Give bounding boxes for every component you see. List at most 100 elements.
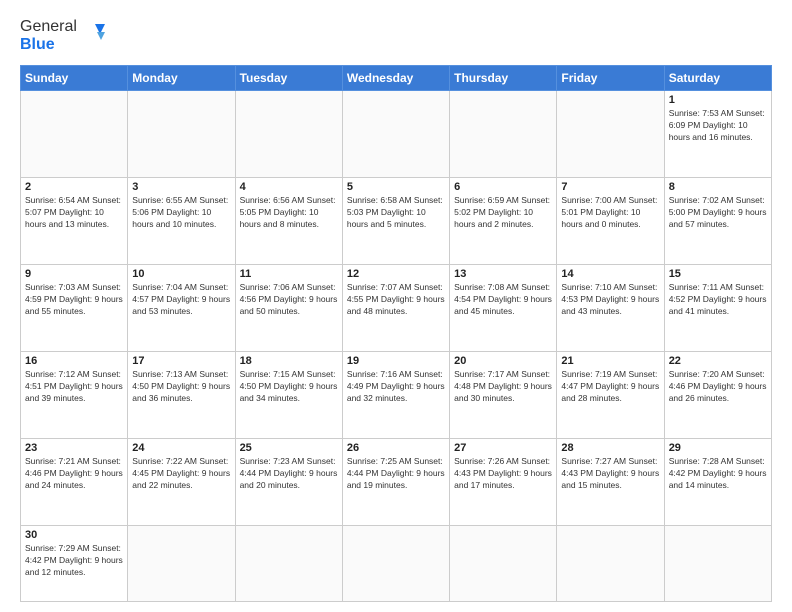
page: General Blue SundayMondayTuesdayWednesda… — [0, 0, 792, 612]
calendar-day-cell — [235, 525, 342, 601]
calendar-day-cell: 6 Sunrise: 6:59 AM Sunset: 5:02 PM Daylig… — [450, 177, 557, 264]
calendar-day-header: Sunday — [21, 65, 128, 90]
day-info: Sunrise: 7:25 AM Sunset: 4:44 PM Dayligh… — [347, 456, 445, 492]
calendar-day-cell — [342, 525, 449, 601]
day-info: Sunrise: 7:03 AM Sunset: 4:59 PM Dayligh… — [25, 282, 123, 318]
calendar-day-cell: 29 Sunrise: 7:28 AM Sunset: 4:42 PM Dayli… — [664, 438, 771, 525]
logo: General Blue — [20, 18, 107, 55]
calendar-day-cell — [128, 90, 235, 177]
calendar-day-cell: 30 Sunrise: 7:29 AM Sunset: 4:42 PM Dayli… — [21, 525, 128, 601]
day-number: 26 — [347, 442, 445, 454]
calendar-day-cell — [235, 90, 342, 177]
day-number: 21 — [561, 355, 659, 367]
logo-container: General Blue — [20, 18, 107, 55]
calendar-day-cell: 21Sunrise: 7:19 AM Sunset: 4:47 PM Dayli… — [557, 351, 664, 438]
day-number: 3 — [132, 181, 230, 193]
calendar-day-cell: 25 Sunrise: 7:23 AM Sunset: 4:44 PM Dayli… — [235, 438, 342, 525]
day-number: 5 — [347, 181, 445, 193]
day-info: Sunrise: 7:16 AM Sunset: 4:49 PM Dayligh… — [347, 369, 445, 405]
day-info: Sunrise: 7:00 AM Sunset: 5:01 PM Dayligh… — [561, 195, 659, 231]
day-info: Sunrise: 7:06 AM Sunset: 4:56 PM Dayligh… — [240, 282, 338, 318]
day-number: 9 — [25, 268, 123, 280]
calendar-day-cell: 4Sunrise: 6:56 AM Sunset: 5:05 PM Daylig… — [235, 177, 342, 264]
calendar-header-row: SundayMondayTuesdayWednesdayThursdayFrid… — [21, 65, 772, 90]
calendar-day-cell: 17Sunrise: 7:13 AM Sunset: 4:50 PM Dayli… — [128, 351, 235, 438]
day-info: Sunrise: 6:55 AM Sunset: 5:06 PM Dayligh… — [132, 195, 230, 231]
day-number: 24 — [132, 442, 230, 454]
calendar-day-cell: 27 Sunrise: 7:26 AM Sunset: 4:43 PM Dayli… — [450, 438, 557, 525]
day-number: 20 — [454, 355, 552, 367]
calendar-table: SundayMondayTuesdayWednesdayThursdayFrid… — [20, 65, 772, 602]
calendar-day-header: Thursday — [450, 65, 557, 90]
day-info: Sunrise: 7:26 AM Sunset: 4:43 PM Dayligh… — [454, 456, 552, 492]
calendar-week-row: 9 Sunrise: 7:03 AM Sunset: 4:59 PM Daylig… — [21, 264, 772, 351]
calendar-day-cell — [557, 525, 664, 601]
calendar-day-cell: 24 Sunrise: 7:22 AM Sunset: 4:45 PM Dayli… — [128, 438, 235, 525]
day-info: Sunrise: 6:54 AM Sunset: 5:07 PM Dayligh… — [25, 195, 123, 231]
calendar-day-cell: 1Sunrise: 7:53 AM Sunset: 6:09 PM Daylig… — [664, 90, 771, 177]
day-number: 2 — [25, 181, 123, 193]
logo-icon — [79, 22, 107, 50]
day-number: 18 — [240, 355, 338, 367]
logo-blue: Blue — [20, 36, 77, 54]
day-number: 4 — [240, 181, 338, 193]
day-number: 10 — [132, 268, 230, 280]
day-info: Sunrise: 7:23 AM Sunset: 4:44 PM Dayligh… — [240, 456, 338, 492]
calendar-day-cell: 9 Sunrise: 7:03 AM Sunset: 4:59 PM Daylig… — [21, 264, 128, 351]
day-number: 8 — [669, 181, 767, 193]
calendar-day-cell — [557, 90, 664, 177]
calendar-day-cell: 26 Sunrise: 7:25 AM Sunset: 4:44 PM Dayli… — [342, 438, 449, 525]
day-number: 30 — [25, 529, 123, 541]
day-number: 12 — [347, 268, 445, 280]
calendar-day-cell — [21, 90, 128, 177]
day-number: 13 — [454, 268, 552, 280]
day-info: Sunrise: 7:08 AM Sunset: 4:54 PM Dayligh… — [454, 282, 552, 318]
calendar-day-cell: 23Sunrise: 7:21 AM Sunset: 4:46 PM Dayli… — [21, 438, 128, 525]
calendar-day-cell — [450, 525, 557, 601]
day-number: 6 — [454, 181, 552, 193]
calendar-day-header: Tuesday — [235, 65, 342, 90]
day-info: Sunrise: 7:21 AM Sunset: 4:46 PM Dayligh… — [25, 456, 123, 492]
calendar-day-cell: 15 Sunrise: 7:11 AM Sunset: 4:52 PM Dayli… — [664, 264, 771, 351]
day-number: 19 — [347, 355, 445, 367]
calendar-day-cell: 28 Sunrise: 7:27 AM Sunset: 4:43 PM Dayli… — [557, 438, 664, 525]
day-info: Sunrise: 7:12 AM Sunset: 4:51 PM Dayligh… — [25, 369, 123, 405]
day-info: Sunrise: 7:29 AM Sunset: 4:42 PM Dayligh… — [25, 543, 123, 579]
logo-text: General Blue — [20, 18, 77, 55]
calendar-day-cell: 8Sunrise: 7:02 AM Sunset: 5:00 PM Daylig… — [664, 177, 771, 264]
day-info: Sunrise: 7:22 AM Sunset: 4:45 PM Dayligh… — [132, 456, 230, 492]
day-number: 7 — [561, 181, 659, 193]
calendar-day-cell — [128, 525, 235, 601]
day-number: 11 — [240, 268, 338, 280]
day-info: Sunrise: 7:28 AM Sunset: 4:42 PM Dayligh… — [669, 456, 767, 492]
calendar-day-cell — [664, 525, 771, 601]
calendar-day-cell: 20Sunrise: 7:17 AM Sunset: 4:48 PM Dayli… — [450, 351, 557, 438]
day-number: 29 — [669, 442, 767, 454]
day-info: Sunrise: 7:15 AM Sunset: 4:50 PM Dayligh… — [240, 369, 338, 405]
day-info: Sunrise: 7:10 AM Sunset: 4:53 PM Dayligh… — [561, 282, 659, 318]
calendar-day-header: Friday — [557, 65, 664, 90]
calendar-week-row: 2 Sunrise: 6:54 AM Sunset: 5:07 PM Daylig… — [21, 177, 772, 264]
calendar-day-header: Wednesday — [342, 65, 449, 90]
calendar-day-cell: 5 Sunrise: 6:58 AM Sunset: 5:03 PM Daylig… — [342, 177, 449, 264]
day-info: Sunrise: 7:07 AM Sunset: 4:55 PM Dayligh… — [347, 282, 445, 318]
calendar-week-row: 16Sunrise: 7:12 AM Sunset: 4:51 PM Dayli… — [21, 351, 772, 438]
calendar-week-row: 30 Sunrise: 7:29 AM Sunset: 4:42 PM Dayli… — [21, 525, 772, 601]
day-info: Sunrise: 7:11 AM Sunset: 4:52 PM Dayligh… — [669, 282, 767, 318]
day-number: 27 — [454, 442, 552, 454]
day-info: Sunrise: 7:13 AM Sunset: 4:50 PM Dayligh… — [132, 369, 230, 405]
calendar-day-cell: 7 Sunrise: 7:00 AM Sunset: 5:01 PM Daylig… — [557, 177, 664, 264]
calendar-day-cell: 3 Sunrise: 6:55 AM Sunset: 5:06 PM Daylig… — [128, 177, 235, 264]
calendar-day-cell: 16Sunrise: 7:12 AM Sunset: 4:51 PM Dayli… — [21, 351, 128, 438]
day-info: Sunrise: 6:58 AM Sunset: 5:03 PM Dayligh… — [347, 195, 445, 231]
calendar-day-cell: 2 Sunrise: 6:54 AM Sunset: 5:07 PM Daylig… — [21, 177, 128, 264]
day-number: 28 — [561, 442, 659, 454]
day-info: Sunrise: 6:59 AM Sunset: 5:02 PM Dayligh… — [454, 195, 552, 231]
calendar-week-row: 1Sunrise: 7:53 AM Sunset: 6:09 PM Daylig… — [21, 90, 772, 177]
day-info: Sunrise: 7:27 AM Sunset: 4:43 PM Dayligh… — [561, 456, 659, 492]
day-number: 15 — [669, 268, 767, 280]
calendar-day-header: Monday — [128, 65, 235, 90]
day-number: 25 — [240, 442, 338, 454]
calendar-day-cell: 13 Sunrise: 7:08 AM Sunset: 4:54 PM Dayli… — [450, 264, 557, 351]
calendar-day-cell: 10Sunrise: 7:04 AM Sunset: 4:57 PM Dayli… — [128, 264, 235, 351]
